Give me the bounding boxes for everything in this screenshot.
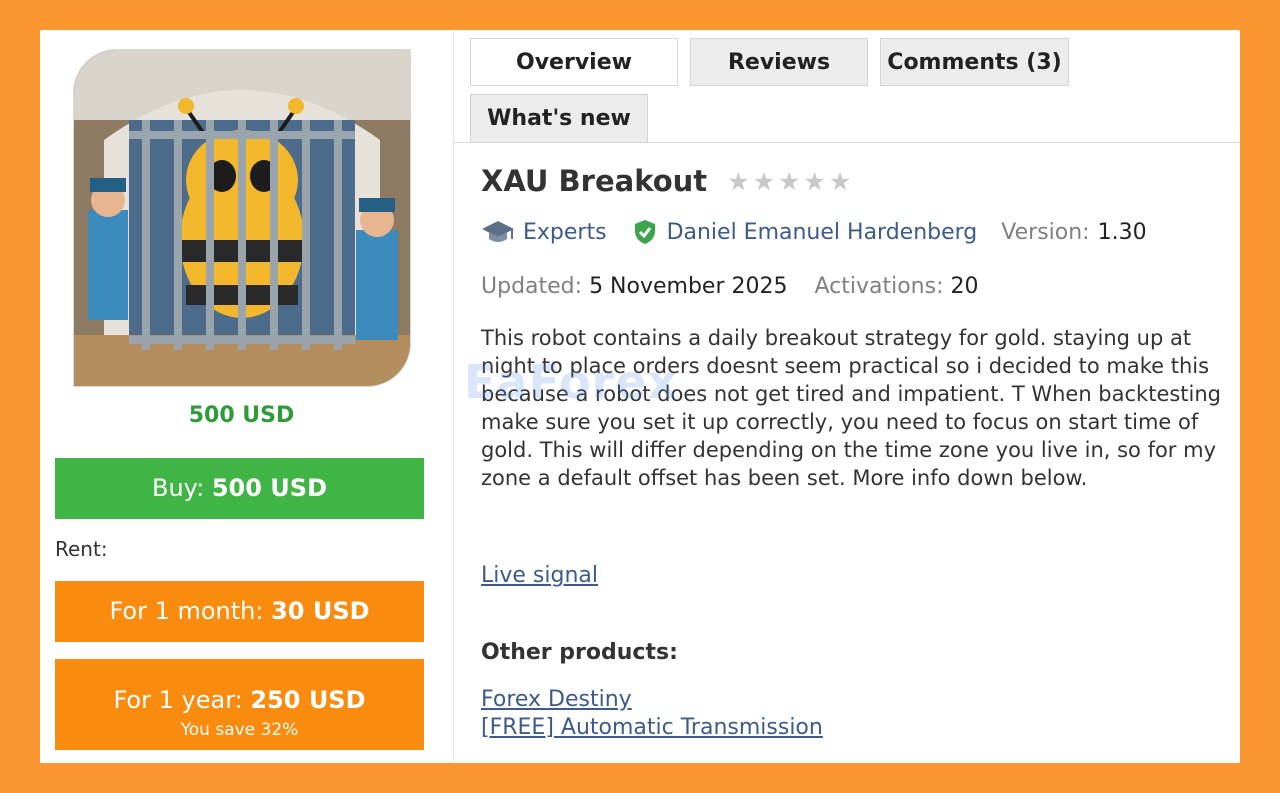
buy-button[interactable]: Buy: 500 USD	[55, 458, 424, 519]
product-description: This robot contains a daily breakout str…	[481, 326, 1222, 490]
rent-month-price: 30 USD	[271, 597, 370, 625]
rent-year-price: 250 USD	[250, 685, 366, 714]
tabs-bar: Overview Reviews Comments (3) What's new	[454, 30, 1240, 143]
buy-button-price: 500 USD	[211, 474, 327, 502]
purchase-column: 500 USD Buy: 500 USD Rent: For 1 month: …	[40, 30, 454, 763]
price-label: 500 USD	[188, 403, 295, 428]
star-icon: ★	[828, 166, 852, 196]
other-product-link[interactable]: Forex Destiny	[481, 687, 632, 712]
buy-button-prefix: Buy:	[151, 474, 205, 502]
star-icon: ★	[777, 166, 801, 196]
updated-label: Updated:	[481, 274, 583, 299]
other-product-link[interactable]: [FREE] Automatic Transmission	[481, 715, 823, 740]
rent-year-prefix: For 1 year:	[113, 685, 243, 714]
tab-reviews[interactable]: Reviews	[690, 38, 868, 86]
activations-value: 20	[950, 274, 979, 299]
tab-overview[interactable]: Overview	[470, 38, 678, 86]
rating-stars[interactable]: ★ ★ ★ ★ ★	[727, 169, 851, 194]
rent-year-saving: You save 32%	[180, 719, 299, 740]
title-row: XAU Breakout ★ ★ ★ ★ ★	[481, 164, 851, 198]
tab-comments[interactable]: Comments (3)	[880, 38, 1069, 86]
live-signal-link[interactable]: Live signal	[481, 563, 598, 588]
star-icon: ★	[803, 166, 826, 196]
verified-shield-icon	[634, 220, 655, 244]
product-panel: 500 USD Buy: 500 USD Rent: For 1 month: …	[40, 30, 1240, 763]
author-link[interactable]: Daniel Emanuel Hardenberg	[667, 220, 978, 245]
other-products-heading: Other products:	[481, 640, 678, 665]
rent-year-line: For 1 year: 250 USD	[55, 686, 424, 714]
product-image	[73, 49, 411, 387]
star-icon: ★	[752, 166, 775, 196]
version-value: 1.30	[1097, 219, 1147, 245]
rent-month-button[interactable]: For 1 month: 30 USD	[55, 581, 424, 642]
meta-row-1: Experts Daniel Emanuel Hardenberg Versio…	[481, 218, 1147, 246]
rent-label: Rent:	[55, 537, 108, 561]
star-icon: ★	[727, 166, 750, 196]
meta-row-2: Updated: 5 November 2025 Activations: 20	[481, 274, 979, 299]
tab-whats-new[interactable]: What's new	[470, 94, 648, 143]
details-column: Overview Reviews Comments (3) What's new…	[454, 30, 1240, 763]
rent-month-prefix: For 1 month:	[109, 597, 264, 625]
version-label: Version:	[1001, 219, 1090, 245]
activations-label: Activations:	[814, 274, 944, 299]
rent-year-button[interactable]: For 1 year: 250 USD You save 32%	[55, 659, 424, 750]
product-title: XAU Breakout	[481, 164, 708, 198]
updated-value: 5 November 2025	[589, 274, 788, 299]
graduation-cap-icon	[482, 221, 514, 242]
category-link[interactable]: Experts	[523, 220, 607, 245]
